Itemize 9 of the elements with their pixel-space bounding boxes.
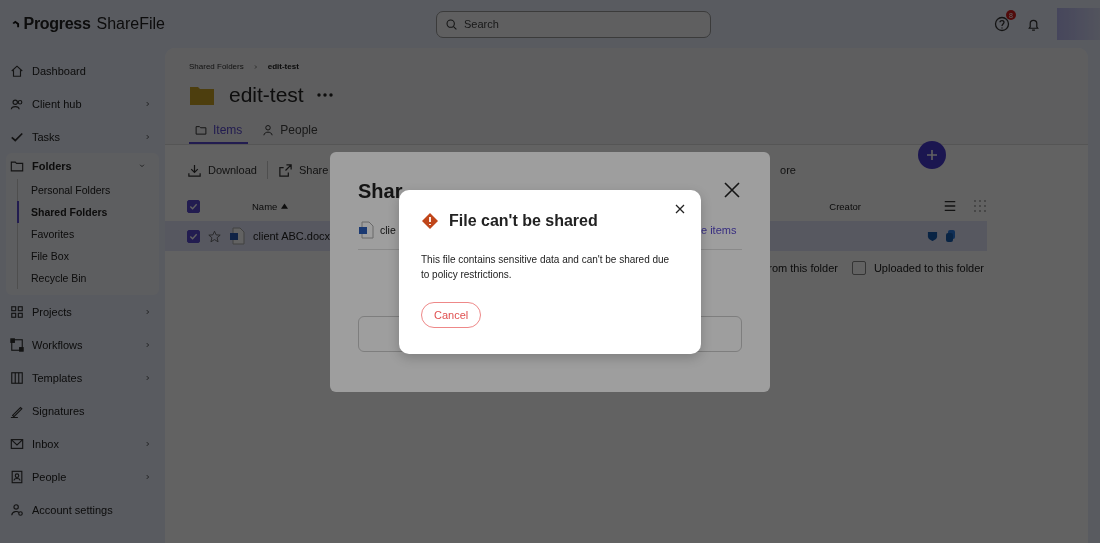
dialog-title: Shar bbox=[358, 180, 403, 203]
logo-brand: Progress bbox=[23, 15, 91, 33]
file-name: clie bbox=[380, 224, 396, 236]
alert-title: File can't be shared bbox=[449, 212, 598, 230]
logo-product: ShareFile bbox=[96, 15, 165, 33]
alert-message: This file contains sensitive data and can't be shared due to policy restrictions. bbox=[421, 253, 671, 282]
folder-title: edit-test bbox=[229, 83, 304, 107]
filter-label: Uploaded to this folder bbox=[873, 262, 984, 274]
breadcrumb-item: edit-test bbox=[267, 62, 299, 71]
